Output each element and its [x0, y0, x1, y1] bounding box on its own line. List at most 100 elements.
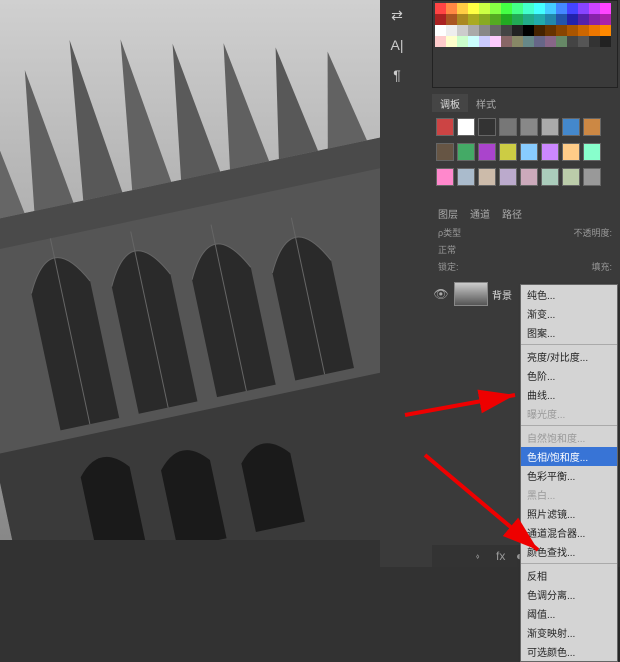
tab-paths[interactable]: 路径: [496, 205, 528, 221]
style-swatch[interactable]: [583, 143, 601, 161]
color-swatch[interactable]: [567, 25, 578, 36]
color-swatch[interactable]: [501, 36, 512, 47]
color-swatch[interactable]: [490, 25, 501, 36]
menu-item[interactable]: 渐变...: [521, 304, 617, 323]
style-swatch[interactable]: [583, 118, 601, 136]
menu-item[interactable]: 色调分离...: [521, 585, 617, 604]
fx-icon[interactable]: fx: [496, 549, 510, 563]
color-swatch[interactable]: [545, 3, 556, 14]
color-swatch[interactable]: [468, 36, 479, 47]
swap-colors-icon[interactable]: ⇄: [386, 4, 408, 26]
color-swatch[interactable]: [578, 36, 589, 47]
color-swatch[interactable]: [457, 36, 468, 47]
menu-item[interactable]: 色阶...: [521, 366, 617, 385]
color-swatch[interactable]: [578, 14, 589, 25]
tab-channels[interactable]: 通道: [464, 205, 496, 221]
color-swatch[interactable]: [512, 36, 523, 47]
style-swatch[interactable]: [562, 118, 580, 136]
color-swatch[interactable]: [501, 25, 512, 36]
color-swatch[interactable]: [600, 3, 611, 14]
color-swatch[interactable]: [435, 14, 446, 25]
color-swatch[interactable]: [457, 14, 468, 25]
style-swatch[interactable]: [457, 143, 475, 161]
color-swatch[interactable]: [545, 25, 556, 36]
color-swatch[interactable]: [578, 25, 589, 36]
style-swatch[interactable]: [478, 143, 496, 161]
color-swatch[interactable]: [435, 36, 446, 47]
style-swatch[interactable]: [499, 143, 517, 161]
menu-item[interactable]: 色相/饱和度...: [521, 447, 617, 466]
style-swatch[interactable]: [562, 168, 580, 186]
style-swatch[interactable]: [478, 118, 496, 136]
style-swatch[interactable]: [520, 168, 538, 186]
color-swatch[interactable]: [589, 14, 600, 25]
style-swatch[interactable]: [499, 118, 517, 136]
color-swatch[interactable]: [523, 3, 534, 14]
color-swatch[interactable]: [446, 36, 457, 47]
color-swatch[interactable]: [523, 25, 534, 36]
menu-item[interactable]: 颜色查找...: [521, 542, 617, 561]
color-swatch[interactable]: [512, 25, 523, 36]
color-swatch[interactable]: [556, 14, 567, 25]
color-swatch[interactable]: [479, 14, 490, 25]
layer-thumbnail[interactable]: [454, 282, 488, 306]
style-swatch[interactable]: [478, 168, 496, 186]
menu-item[interactable]: 亮度/对比度...: [521, 347, 617, 366]
menu-item[interactable]: 图案...: [521, 323, 617, 342]
color-swatch[interactable]: [567, 3, 578, 14]
style-swatch[interactable]: [541, 118, 559, 136]
menu-item[interactable]: 反相: [521, 566, 617, 585]
menu-item[interactable]: 色彩平衡...: [521, 466, 617, 485]
blend-mode-select[interactable]: 正常: [438, 243, 456, 256]
color-swatch[interactable]: [556, 36, 567, 47]
color-swatch[interactable]: [589, 25, 600, 36]
color-swatch[interactable]: [490, 36, 501, 47]
style-swatch[interactable]: [541, 168, 559, 186]
tab-styles[interactable]: 样式: [468, 94, 504, 112]
style-swatch[interactable]: [499, 168, 517, 186]
color-swatch[interactable]: [589, 3, 600, 14]
color-swatch[interactable]: [468, 25, 479, 36]
color-swatch[interactable]: [446, 25, 457, 36]
color-swatch[interactable]: [479, 36, 490, 47]
style-swatch[interactable]: [436, 143, 454, 161]
color-swatch[interactable]: [468, 3, 479, 14]
style-swatch[interactable]: [583, 168, 601, 186]
style-swatch[interactable]: [436, 118, 454, 136]
tab-layers[interactable]: 图层: [432, 205, 464, 221]
color-swatch[interactable]: [545, 36, 556, 47]
color-swatch[interactable]: [446, 14, 457, 25]
color-swatch[interactable]: [501, 14, 512, 25]
color-swatch[interactable]: [523, 36, 534, 47]
color-swatch[interactable]: [457, 25, 468, 36]
color-swatch[interactable]: [534, 36, 545, 47]
color-swatch[interactable]: [490, 3, 501, 14]
menu-item[interactable]: 通道混合器...: [521, 523, 617, 542]
style-swatch[interactable]: [520, 143, 538, 161]
color-swatch[interactable]: [446, 3, 457, 14]
color-swatch[interactable]: [534, 3, 545, 14]
text-tool-icon[interactable]: A|: [386, 34, 408, 56]
color-swatch[interactable]: [534, 25, 545, 36]
menu-item[interactable]: 阈值...: [521, 604, 617, 623]
color-swatch[interactable]: [468, 14, 479, 25]
color-swatch[interactable]: [512, 3, 523, 14]
color-swatch[interactable]: [501, 3, 512, 14]
color-swatch[interactable]: [545, 14, 556, 25]
menu-item[interactable]: 可选颜色...: [521, 642, 617, 661]
style-swatch[interactable]: [562, 143, 580, 161]
color-swatch[interactable]: [589, 36, 600, 47]
link-icon[interactable]: ⬫: [476, 549, 490, 563]
menu-item[interactable]: 照片滤镜...: [521, 504, 617, 523]
color-swatch[interactable]: [556, 25, 567, 36]
tab-swatches[interactable]: 调板: [432, 94, 468, 112]
menu-item[interactable]: 曲线...: [521, 385, 617, 404]
menu-item[interactable]: 纯色...: [521, 285, 617, 304]
color-swatch[interactable]: [490, 14, 501, 25]
style-swatch[interactable]: [436, 168, 454, 186]
paragraph-icon[interactable]: ¶: [386, 64, 408, 86]
canvas-area[interactable]: [0, 0, 380, 540]
style-swatch[interactable]: [457, 168, 475, 186]
color-swatch[interactable]: [567, 36, 578, 47]
menu-item[interactable]: 渐变映射...: [521, 623, 617, 642]
